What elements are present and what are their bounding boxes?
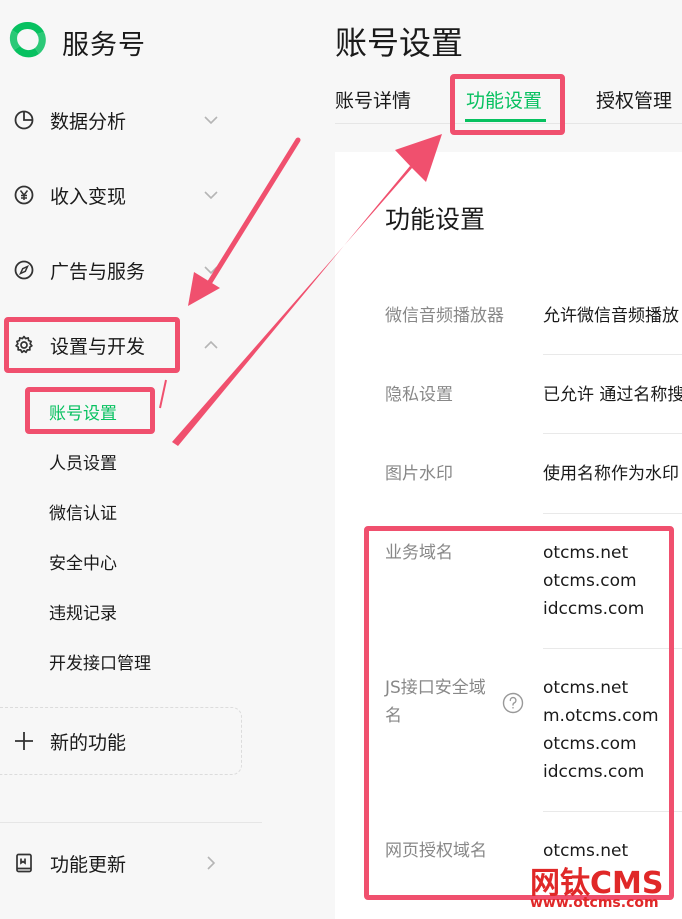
sidebar-subitem-dev-api[interactable]: 开发接口管理 bbox=[0, 643, 262, 679]
row-divider bbox=[543, 648, 682, 649]
wechat-service-logo-icon bbox=[6, 18, 50, 66]
setting-label-web-auth-domain: 网页授权域名 bbox=[385, 841, 487, 861]
setting-label: 微信音频播放器 bbox=[385, 306, 504, 326]
brand-name: 服务号 bbox=[62, 29, 146, 61]
sidebar-subitem-label: 开发接口管理 bbox=[49, 653, 151, 674]
chevron-right-icon bbox=[202, 854, 220, 872]
watermark-url: www.otcms.com bbox=[530, 895, 659, 911]
sidebar-subitem-account-settings[interactable]: 账号设置 bbox=[0, 393, 262, 429]
book-icon bbox=[13, 852, 35, 874]
sidebar-subitem-label: 账号设置 bbox=[49, 403, 117, 424]
brand[interactable]: 服务号 bbox=[6, 20, 146, 64]
domain-value: otcms.com bbox=[543, 734, 637, 754]
settings-card: 功能设置 微信音频播放器 允许微信音频播放 隐私设置 已允许 通过名称搜 图片水… bbox=[335, 152, 682, 919]
chevron-up-icon bbox=[202, 336, 220, 354]
sidebar-item-label: 功能更新 bbox=[50, 853, 127, 876]
domain-value: m.otcms.com bbox=[543, 706, 659, 726]
sidebar-item-ads-services[interactable]: 广告与服务 bbox=[0, 248, 262, 292]
sidebar-subitem-label: 微信认证 bbox=[49, 503, 117, 524]
sidebar-item-monetization[interactable]: 收入变现 bbox=[0, 173, 262, 217]
setting-value: 使用名称作为水印 bbox=[543, 464, 679, 484]
sidebar-subitem-label: 人员设置 bbox=[49, 453, 117, 474]
gear-icon bbox=[13, 334, 35, 356]
setting-value: 已允许 通过名称搜 bbox=[543, 385, 682, 405]
row-divider bbox=[543, 811, 682, 812]
sidebar-subitem-label: 安全中心 bbox=[49, 553, 117, 574]
sidebar-item-feature-updates[interactable]: 功能更新 bbox=[0, 841, 262, 885]
setting-label-business-domain: 业务域名 bbox=[385, 543, 453, 563]
sidebar-subitem-label: 违规记录 bbox=[49, 603, 117, 624]
sidebar-subitem-wechat-verification[interactable]: 微信认证 bbox=[0, 493, 262, 529]
setting-label-js-domain-cont: 名 bbox=[385, 706, 402, 726]
sidebar-item-label: 收入变现 bbox=[50, 185, 127, 208]
sidebar-item-settings-dev[interactable]: 设置与开发 bbox=[0, 323, 262, 367]
sidebar-item-label: 广告与服务 bbox=[50, 260, 146, 283]
sidebar-item-label: 设置与开发 bbox=[50, 335, 146, 358]
setting-label-js-domain: JS接口安全域 bbox=[385, 678, 486, 698]
chevron-down-icon bbox=[202, 261, 220, 279]
new-feature-button[interactable]: 新的功能 bbox=[0, 707, 242, 775]
tab-account-details[interactable]: 账号详情 bbox=[335, 86, 411, 113]
row-divider bbox=[543, 513, 682, 514]
domain-value: otcms.net bbox=[543, 543, 629, 563]
sidebar-item-data-analysis[interactable]: 数据分析 bbox=[0, 98, 262, 142]
chevron-down-icon bbox=[202, 111, 220, 129]
card-title: 功能设置 bbox=[385, 205, 486, 234]
page-title: 账号设置 bbox=[335, 24, 464, 62]
active-tab-indicator bbox=[465, 119, 546, 122]
plus-icon bbox=[12, 729, 36, 753]
sidebar-divider bbox=[0, 822, 262, 823]
sidebar-item-label: 数据分析 bbox=[50, 110, 127, 133]
domain-value: otcms.com bbox=[543, 571, 637, 591]
question-circle-icon[interactable] bbox=[502, 692, 524, 714]
compass-icon bbox=[13, 259, 35, 281]
sidebar-subitem-security-center[interactable]: 安全中心 bbox=[0, 543, 262, 579]
row-divider bbox=[543, 433, 682, 434]
chevron-down-icon bbox=[202, 186, 220, 204]
new-feature-label: 新的功能 bbox=[50, 731, 127, 754]
setting-value: 允许微信音频播放 bbox=[543, 306, 679, 326]
sidebar: 服务号 数据分析 收入变现 广告与服务 设置与开发 账号设置 人员设置 微信认证… bbox=[0, 0, 262, 919]
tab-authorization[interactable]: 授权管理 bbox=[596, 86, 672, 113]
sidebar-subitem-staff-settings[interactable]: 人员设置 bbox=[0, 443, 262, 479]
setting-label: 隐私设置 bbox=[385, 385, 453, 405]
yen-circle-icon bbox=[13, 184, 35, 206]
tab-bar: 账号详情 功能设置 授权管理 bbox=[335, 72, 682, 124]
domain-value: idccms.com bbox=[543, 599, 645, 619]
setting-label: 图片水印 bbox=[385, 464, 453, 484]
sidebar-subitem-violation-records[interactable]: 违规记录 bbox=[0, 593, 262, 629]
domain-value: idccms.com bbox=[543, 762, 645, 782]
row-divider bbox=[543, 354, 682, 355]
pie-chart-icon bbox=[13, 109, 35, 131]
main-panel: 账号设置 账号详情 功能设置 授权管理 功能设置 微信音频播放器 允许微信音频播… bbox=[262, 0, 682, 919]
tab-feature-settings[interactable]: 功能设置 bbox=[466, 86, 542, 113]
domain-value: otcms.net bbox=[543, 678, 629, 698]
